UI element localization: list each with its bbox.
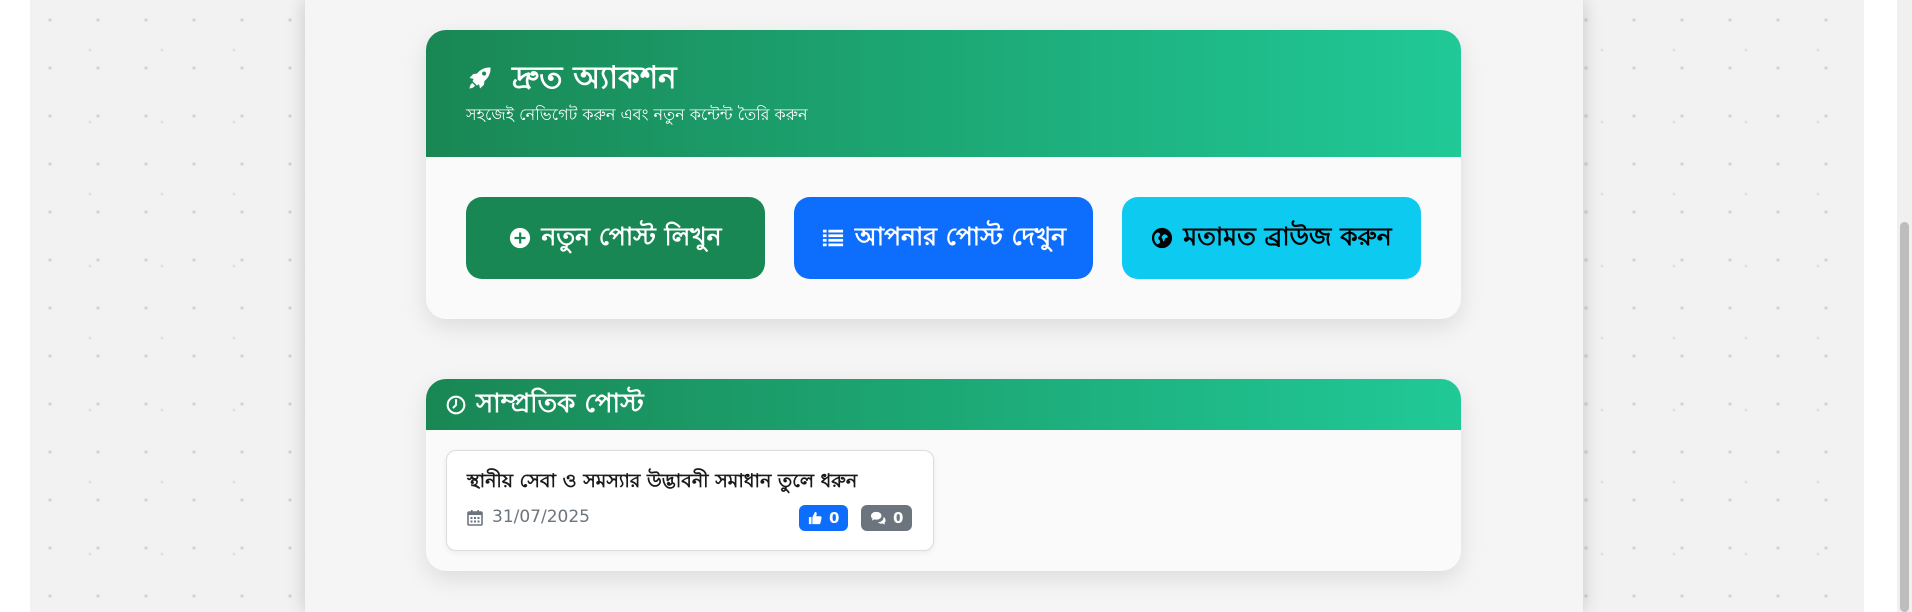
comment-count-badge: 0	[861, 505, 913, 531]
quick-actions-header: দ্রুত অ্যাকশন সহজেই নেভিগেট করুন এবং নতু…	[426, 30, 1461, 157]
plus-circle-icon	[509, 227, 531, 249]
view-posts-button[interactable]: আপনার পোস্ট দেখুন	[794, 197, 1093, 279]
recent-posts-title: সাম্প্রতিক পোস্ট	[476, 388, 644, 419]
thumbs-up-icon	[808, 511, 822, 525]
browse-feedback-label: মতামত ব্রাউজ করুন	[1183, 221, 1392, 251]
quick-actions-card: দ্রুত অ্যাকশন সহজেই নেভিগেট করুন এবং নতু…	[426, 30, 1461, 319]
post-title[interactable]: স্থানীয় সেবা ও সমস্যার উদ্ভাবনী সমাধান …	[467, 467, 857, 499]
recent-posts-header: সাম্প্রতিক পোস্ট	[426, 379, 1461, 430]
new-post-button[interactable]: নতুন পোস্ট লিখুন	[466, 197, 765, 279]
new-post-label: নতুন পোস্ট লিখুন	[541, 221, 722, 251]
list-icon	[821, 227, 845, 249]
clock-icon	[446, 395, 466, 415]
quick-actions-body: নতুন পোস্ট লিখুন আপনার পোস্ট দেখুন মতামত…	[426, 157, 1461, 319]
view-posts-label: আপনার পোস্ট দেখুন	[854, 221, 1067, 251]
like-count-badge: 0	[799, 505, 849, 531]
post-date: 31/07/2025	[467, 507, 590, 527]
calendar-icon	[467, 509, 483, 526]
like-count: 0	[829, 509, 840, 527]
comment-count: 0	[893, 509, 904, 527]
globe-icon	[1151, 227, 1173, 249]
quick-actions-title: দ্রুত অ্যাকশন	[512, 60, 677, 96]
post-card[interactable]: স্থানীয় সেবা ও সমস্যার উদ্ভাবনী সমাধান …	[446, 450, 934, 551]
quick-actions-subtitle: সহজেই নেভিগেট করুন এবং নতুন কন্টেন্ট তৈর…	[466, 105, 808, 124]
scrollbar-thumb[interactable]	[1900, 222, 1909, 612]
comments-icon	[870, 511, 886, 525]
browse-feedback-button[interactable]: মতামত ব্রাউজ করুন	[1122, 197, 1421, 279]
post-date-text: 31/07/2025	[492, 507, 590, 527]
recent-posts-card: সাম্প্রতিক পোস্ট স্থানীয় সেবা ও সমস্যার…	[426, 379, 1461, 571]
rocket-icon	[466, 64, 494, 92]
